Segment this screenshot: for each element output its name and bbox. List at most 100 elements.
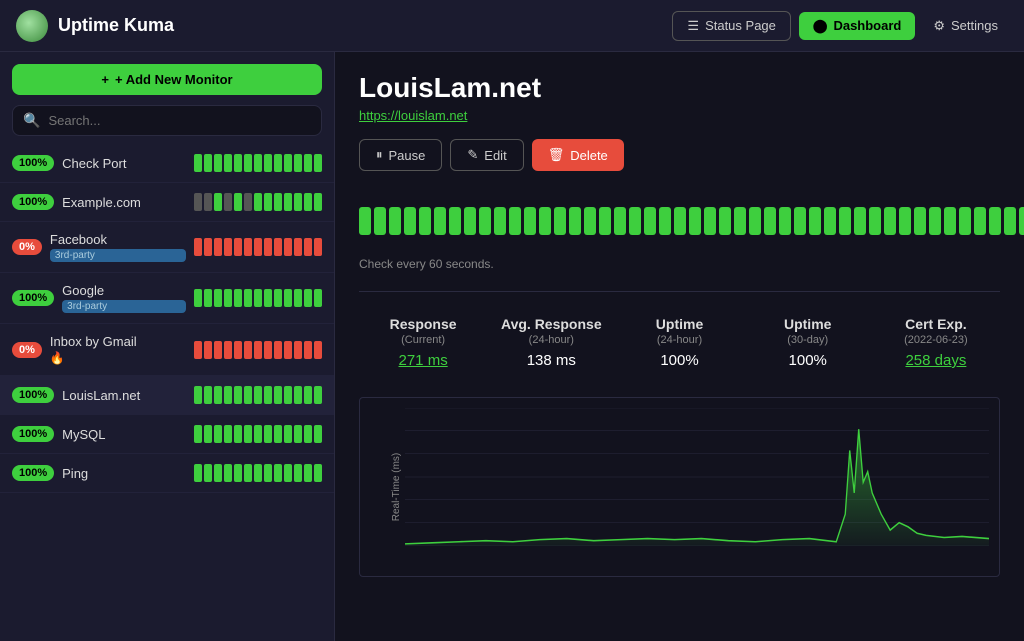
status-badge: 100% xyxy=(12,426,54,442)
heartbeat-bar xyxy=(274,464,282,482)
heartbeat-bar xyxy=(204,238,212,256)
heartbeat-bar xyxy=(204,386,212,404)
heartbeat-bar xyxy=(264,193,272,211)
uptime-bar-segment xyxy=(449,207,461,235)
monitor-item[interactable]: 100% LouisLam.net xyxy=(0,376,334,415)
heartbeat-bar xyxy=(284,425,292,443)
heartbeat-bar xyxy=(244,464,252,482)
heartbeat-bar xyxy=(304,386,312,404)
heartbeat-bar xyxy=(244,154,252,172)
status-badge: 0% xyxy=(12,342,42,358)
pause-icon: ⏸ xyxy=(376,147,383,163)
heartbeat-bar xyxy=(244,386,252,404)
monitor-item[interactable]: 0% Inbox by Gmail 🔥 xyxy=(0,324,334,376)
heartbeat-bar xyxy=(294,238,302,256)
heartbeat-bar xyxy=(244,425,252,443)
stat-uptime24-sublabel: (24-hour) xyxy=(619,334,739,346)
search-input[interactable] xyxy=(48,113,311,128)
uptime-bar-segment xyxy=(389,207,401,235)
heartbeat-bar xyxy=(274,289,282,307)
uptime-bar-segment xyxy=(929,207,941,235)
plus-icon: + xyxy=(101,72,109,87)
status-page-button[interactable]: ☰ Status Page xyxy=(672,11,790,41)
monitor-url[interactable]: https://louislam.net xyxy=(359,108,1000,123)
heartbeat-bar xyxy=(254,386,262,404)
heartbeat-bar xyxy=(214,425,222,443)
heartbeat-bar xyxy=(284,193,292,211)
monitor-info: Inbox by Gmail 🔥 xyxy=(50,334,186,365)
stat-response-link[interactable]: 271 ms xyxy=(399,352,448,369)
heartbeat-bar xyxy=(264,154,272,172)
uptime-bar-segment xyxy=(854,207,866,235)
monitor-item[interactable]: 100% Check Port xyxy=(0,144,334,183)
stat-cert-value: 258 days xyxy=(876,352,996,369)
heartbeat-bar xyxy=(274,425,282,443)
heartbeat-row xyxy=(194,238,322,256)
monitor-item[interactable]: 100% Example.com xyxy=(0,183,334,222)
heartbeat-bar xyxy=(234,341,242,359)
monitor-info: LouisLam.net xyxy=(62,388,186,403)
heartbeat-bar xyxy=(254,425,262,443)
heartbeat-bar xyxy=(264,289,272,307)
stats-row: Response (Current) 271 ms Avg. Response … xyxy=(359,291,1000,377)
uptime-bar-segment xyxy=(659,207,671,235)
heartbeat-bar xyxy=(224,289,232,307)
heartbeat-bar xyxy=(294,464,302,482)
monitor-item[interactable]: 100% MySQL xyxy=(0,415,334,454)
status-badge: 100% xyxy=(12,387,54,403)
heartbeat-bar xyxy=(214,464,222,482)
heartbeat-bar xyxy=(294,341,302,359)
heartbeat-bar xyxy=(214,386,222,404)
uptime-bar-segment xyxy=(464,207,476,235)
heartbeat-bar xyxy=(224,193,232,211)
edit-label: Edit xyxy=(484,148,506,163)
heartbeat-row xyxy=(194,425,322,443)
delete-button[interactable]: 🗑 Delete xyxy=(532,139,624,171)
uptime-bar-segment xyxy=(554,207,566,235)
chart-container: Real-Time (ms) 1,200 1,000 800 600 400 2… xyxy=(359,397,1000,577)
dashboard-button[interactable]: ⬤ Dashboard xyxy=(799,12,915,40)
status-badge: 100% xyxy=(12,194,54,210)
gear-icon: ⚙ xyxy=(933,18,945,34)
pause-button[interactable]: ⏸ Pause xyxy=(359,139,442,171)
heartbeat-bar xyxy=(194,238,202,256)
heartbeat-bar xyxy=(194,193,202,211)
heartbeat-bar xyxy=(314,154,322,172)
heartbeat-bar xyxy=(234,289,242,307)
heartbeat-bar xyxy=(244,341,252,359)
heartbeat-bar xyxy=(294,386,302,404)
heartbeat-bar xyxy=(204,341,212,359)
uptime-bar-segment xyxy=(584,207,596,235)
heartbeat-bar xyxy=(254,289,262,307)
heartbeat-row xyxy=(194,154,322,172)
heartbeat-bar xyxy=(274,154,282,172)
edit-button[interactable]: ✎ Edit xyxy=(450,139,523,171)
heartbeat-bar xyxy=(314,193,322,211)
uptime-bar-segment xyxy=(779,207,791,235)
uptime-bar-segment xyxy=(1019,207,1024,235)
monitor-item[interactable]: 0% Facebook 3rd-party xyxy=(0,222,334,273)
uptime-bar-segment xyxy=(974,207,986,235)
monitor-info: Check Port xyxy=(62,156,186,171)
monitor-item[interactable]: 100% Google 3rd-party xyxy=(0,273,334,324)
monitor-title: LouisLam.net xyxy=(359,72,1000,104)
heartbeat-bar xyxy=(274,386,282,404)
search-box: 🔍 xyxy=(12,105,322,136)
stat-cert-link[interactable]: 258 days xyxy=(905,352,966,369)
add-monitor-button[interactable]: + + Add New Monitor xyxy=(12,64,322,95)
pause-label: Pause xyxy=(389,148,426,163)
heartbeat-bar xyxy=(314,425,322,443)
monitor-item[interactable]: 100% Ping xyxy=(0,454,334,493)
heartbeat-bar xyxy=(304,289,312,307)
uptime-bar-segment xyxy=(989,207,1001,235)
monitor-tag: 3rd-party xyxy=(62,300,186,313)
heartbeat-bar xyxy=(284,386,292,404)
sidebar-top: + + Add New Monitor 🔍 xyxy=(0,52,334,144)
heartbeat-row xyxy=(194,341,322,359)
y-axis-label: Real-Time (ms) xyxy=(391,453,402,522)
settings-button[interactable]: ⚙ Settings xyxy=(923,12,1008,40)
monitor-info: Google 3rd-party xyxy=(62,283,186,313)
uptime-bar-segment xyxy=(689,207,701,235)
heartbeat-bar xyxy=(214,289,222,307)
monitor-tag: 3rd-party xyxy=(50,249,186,262)
